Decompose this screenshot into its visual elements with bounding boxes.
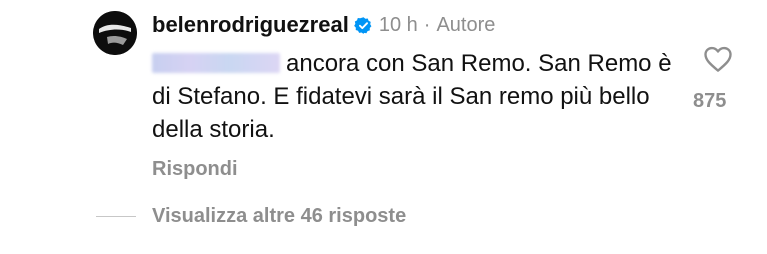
avatar-image [93, 11, 137, 55]
blurred-mention[interactable] [152, 53, 280, 73]
like-count: 875 [693, 90, 727, 112]
reply-button[interactable]: Rispondi [152, 158, 238, 181]
view-replies-button[interactable]: Visualizza altre 46 risposte [96, 203, 406, 229]
comment-text: ancora con San Remo. San Remo è di Stefa… [152, 47, 672, 146]
view-replies-label: Visualizza altre 46 risposte [152, 204, 407, 227]
author-label: Autore [436, 13, 496, 36]
comment: belenrodriguezreal 10 h · Autore ancora … [0, 0, 767, 254]
username-link[interactable]: belenrodriguezreal [152, 12, 349, 38]
comment-header: belenrodriguezreal 10 h · Autore [152, 8, 495, 42]
comment-time: 10 h [378, 13, 418, 36]
heart-outline-icon[interactable] [703, 45, 733, 73]
avatar[interactable] [93, 11, 137, 55]
replies-divider-line [96, 215, 136, 217]
meta-separator: · [423, 13, 431, 36]
verified-badge-icon [354, 16, 373, 35]
